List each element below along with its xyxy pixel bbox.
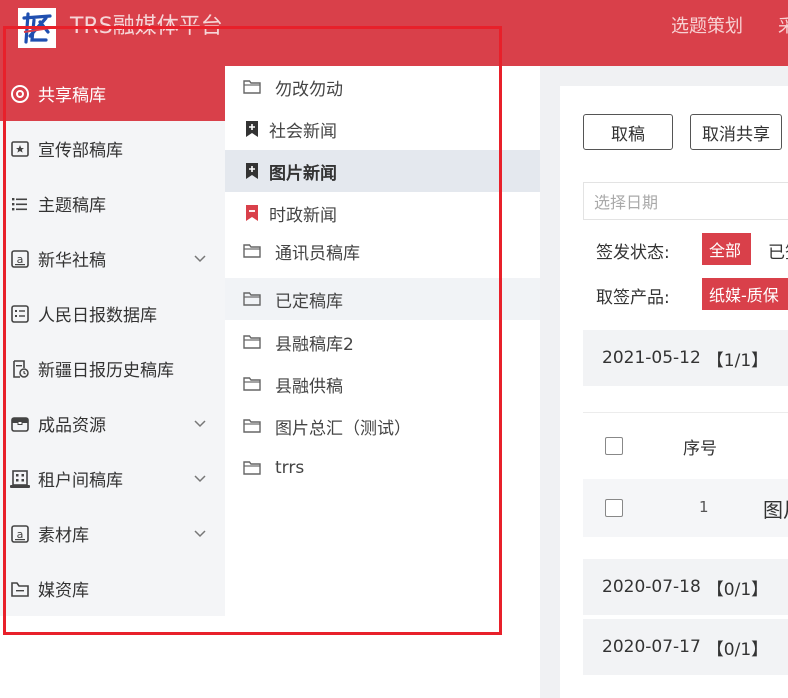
library-item-label: 时政新闻	[269, 205, 337, 226]
product-label: 取签产品:	[596, 288, 670, 308]
row-checkbox[interactable]	[605, 499, 623, 517]
folder-icon	[243, 290, 261, 308]
library-item[interactable]: 勿改勿动	[225, 66, 540, 108]
nav-topic-planning[interactable]: 选题策划	[671, 14, 743, 40]
logo-glyph-icon	[22, 12, 52, 44]
folder-media-icon	[10, 579, 30, 599]
status-signed-option[interactable]: 已签	[768, 238, 788, 263]
sidebar-item-label: 媒资库	[38, 581, 89, 601]
app-logo[interactable]	[18, 8, 56, 48]
star-box-icon	[10, 139, 30, 159]
group-count: 【1/1】	[706, 350, 769, 371]
sidebar-item-media-assets[interactable]: 媒资库	[0, 561, 225, 616]
share-circle-icon	[10, 84, 30, 104]
library-item-label: trrs	[275, 458, 305, 478]
table-row[interactable]: 1 图片	[583, 479, 788, 537]
group-count: 【0/1】	[706, 579, 769, 600]
library-item-label: 社会新闻	[269, 121, 337, 142]
library-item-hovered[interactable]: 已定稿库	[225, 278, 540, 320]
sidebar-item-label: 主题稿库	[38, 196, 106, 216]
date-group-row[interactable]: 2020-07-17 【0/1】	[583, 619, 788, 675]
sidebar-item-label: 素材库	[38, 526, 89, 546]
sidebar-item-label: 宣传部稿库	[38, 141, 123, 161]
document-clock-icon	[10, 359, 30, 379]
status-all-tag[interactable]: 全部	[702, 233, 751, 265]
cancel-share-button[interactable]: 取消共享	[690, 114, 782, 150]
bookmark-minus-icon	[243, 204, 261, 222]
sidebar-item-label: 成品资源	[38, 416, 106, 436]
table-header: 序号	[583, 412, 788, 478]
app-title: TRS融媒体平台	[70, 14, 223, 39]
sidebar-item-xinjiang-history[interactable]: 新疆日报历史稿库	[0, 341, 225, 396]
list-icon	[10, 194, 30, 214]
top-header: TRS融媒体平台 选题策划 采	[0, 0, 788, 66]
row-index: 1	[699, 498, 709, 516]
library-item-label: 县融供稿	[275, 376, 343, 397]
take-draft-button[interactable]: 取稿	[583, 114, 673, 150]
library-item-label: 图片新闻	[269, 163, 337, 184]
library-item-label: 县融稿库2	[275, 334, 354, 355]
library-item-label: 勿改勿动	[275, 79, 343, 100]
package-icon	[10, 414, 30, 434]
sidebar-item-theme-library[interactable]: 主题稿库	[0, 176, 225, 231]
date-picker-input[interactable]: 选择日期	[583, 182, 788, 220]
library-item[interactable]: trrs	[225, 447, 540, 489]
chevron-down-icon[interactable]	[193, 471, 207, 485]
folder-icon	[243, 333, 261, 351]
library-item[interactable]: 县融供稿	[225, 363, 540, 405]
product-tag[interactable]: 纸媒-质保	[702, 278, 788, 310]
chevron-down-icon[interactable]	[193, 416, 207, 430]
sidebar-item-peoples-daily[interactable]: 人民日报数据库	[0, 286, 225, 341]
library-item[interactable]: 时政新闻	[225, 192, 540, 234]
sidebar-item-label: 人民日报数据库	[38, 306, 157, 326]
date-group-row[interactable]: 2021-05-12 【1/1】	[583, 330, 788, 386]
sidebar-item-finished-resources[interactable]: 成品资源	[0, 396, 225, 451]
group-date: 2021-05-12	[602, 348, 701, 368]
group-count: 【0/1】	[706, 639, 769, 660]
group-date: 2020-07-17	[602, 637, 701, 657]
sign-status-label: 签发状态:	[596, 243, 670, 263]
news-a-icon: a	[10, 249, 30, 269]
folder-icon	[243, 242, 261, 260]
sidebar-item-xinhua[interactable]: a 新华社稿	[0, 231, 225, 286]
row-title: 图片	[763, 498, 788, 522]
folder-icon	[243, 78, 261, 96]
bookmark-plus-icon	[243, 120, 261, 138]
checklist-icon	[10, 304, 30, 324]
library-item[interactable]: 图片总汇（测试）	[225, 405, 540, 447]
sidebar-item-material-library[interactable]: a 素材库	[0, 506, 225, 561]
library-item-selected[interactable]: 图片新闻	[225, 150, 540, 192]
material-a-icon: a	[10, 524, 30, 544]
library-item[interactable]: 通讯员稿库	[225, 230, 540, 272]
sidebar-item-label: 共享稿库	[38, 86, 106, 106]
sidebar-item-label: 新疆日报历史稿库	[38, 361, 174, 381]
building-icon	[10, 469, 30, 489]
chevron-down-icon[interactable]	[193, 251, 207, 265]
library-item-label: 已定稿库	[275, 291, 343, 312]
folder-icon	[243, 375, 261, 393]
bookmark-plus-icon	[243, 162, 261, 180]
sidebar-item-tenant-library[interactable]: 租户间稿库	[0, 451, 225, 506]
sidebar-item-shared-library[interactable]: 共享稿库	[0, 66, 225, 121]
index-column-header: 序号	[683, 439, 717, 459]
sidebar-item-label: 租户间稿库	[38, 471, 123, 491]
library-item-label: 通讯员稿库	[275, 243, 360, 264]
library-folder-list: 勿改勿动 社会新闻 图片新闻 时政新闻 通讯员稿库 已定稿库 县融稿库2 县融供…	[225, 66, 540, 616]
date-group-row[interactable]: 2020-07-18 【0/1】	[583, 559, 788, 615]
sidebar-item-propaganda-library[interactable]: 宣传部稿库	[0, 121, 225, 176]
chevron-down-icon[interactable]	[193, 526, 207, 540]
folder-icon	[243, 417, 261, 435]
folder-icon	[243, 459, 261, 477]
group-date: 2020-07-18	[602, 577, 701, 597]
library-item[interactable]: 社会新闻	[225, 108, 540, 150]
select-all-checkbox[interactable]	[605, 437, 623, 455]
sidebar-item-label: 新华社稿	[38, 251, 106, 271]
library-item-label: 图片总汇（测试）	[275, 418, 411, 439]
nav-collect[interactable]: 采	[778, 14, 788, 40]
library-sidebar: 共享稿库 宣传部稿库 主题稿库 a 新华社稿 人民日报数据库 新疆日报历史稿库	[0, 66, 225, 616]
library-item[interactable]: 县融稿库2	[225, 321, 540, 363]
